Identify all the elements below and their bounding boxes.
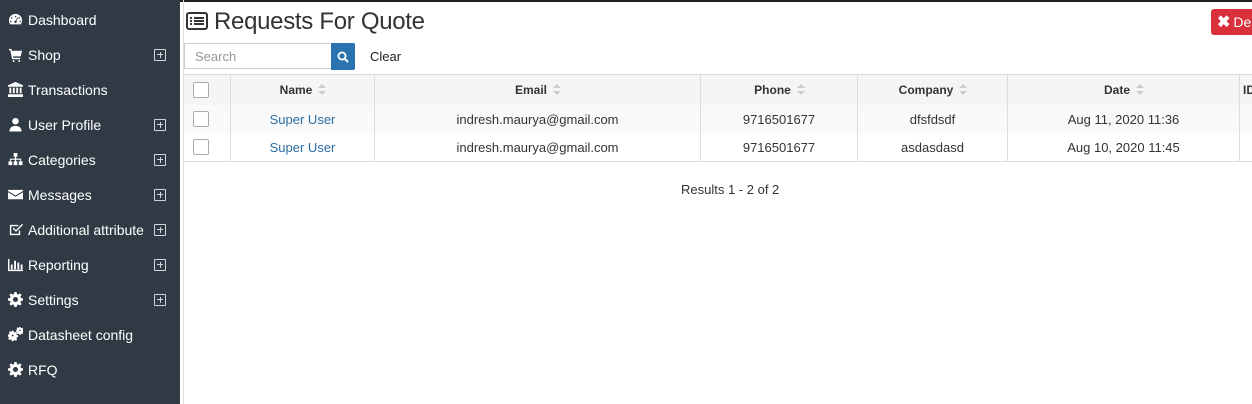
checkbox-icon: [7, 222, 23, 238]
id-cell: [1239, 105, 1252, 133]
clear-button[interactable]: Clear: [370, 49, 401, 64]
row-select[interactable]: [184, 105, 230, 133]
sort-icon: [796, 84, 805, 96]
sidebar-item-dashboard[interactable]: Dashboard: [0, 2, 180, 37]
column-header-company[interactable]: Company: [857, 75, 1007, 105]
company-cell: asdasdasd: [857, 133, 1007, 161]
sort-icon: [1136, 84, 1144, 96]
sidebar-item-user-profile[interactable]: User Profile: [0, 107, 180, 142]
sidebar-item-label: User Profile: [28, 116, 102, 133]
column-label: Date: [1103, 83, 1130, 97]
name-link[interactable]: Super User: [270, 112, 336, 127]
name-link[interactable]: Super User: [270, 140, 336, 155]
expand-icon[interactable]: [154, 258, 166, 271]
sort-icon: [318, 84, 327, 96]
sidebar-item-label: Settings: [28, 291, 79, 308]
sidebar: Dashboard Shop Transactions User Profile…: [0, 0, 180, 404]
sort-icon: [553, 84, 561, 96]
main-content: Requests For Quote ✖ Del Clear Name Emai…: [183, 0, 1252, 404]
expand-icon[interactable]: [154, 188, 166, 201]
sidebar-item-reporting[interactable]: Reporting: [0, 247, 180, 282]
column-header-date[interactable]: Date: [1007, 75, 1239, 105]
expand-icon[interactable]: [154, 118, 166, 131]
search-input[interactable]: [184, 43, 330, 69]
name-cell: Super User: [230, 105, 374, 133]
table-header: Name Email Phone Company Date ID: [184, 74, 1252, 106]
results-count: Results 1 - 2 of 2: [681, 182, 780, 197]
expand-icon[interactable]: [154, 48, 166, 61]
email-cell: indresh.maurya@gmail.com: [374, 133, 700, 161]
delete-button[interactable]: ✖ Del: [1211, 9, 1252, 35]
close-icon: ✖: [1217, 14, 1231, 31]
cart-icon: [7, 47, 23, 63]
sidebar-item-label: RFQ: [28, 361, 58, 378]
column-header-name[interactable]: Name: [230, 75, 374, 105]
sidebar-item-rfq[interactable]: RFQ: [0, 352, 180, 387]
dashboard-icon: [7, 12, 23, 28]
column-label: Email: [514, 83, 547, 97]
phone-cell: 9716501677: [700, 105, 857, 133]
column-header-phone[interactable]: Phone: [700, 75, 857, 105]
column-header-id[interactable]: ID: [1239, 75, 1252, 105]
select-all-checkbox[interactable]: [193, 82, 209, 98]
date-cell: Aug 11, 2020 11:36: [1007, 105, 1239, 133]
sidebar-item-additional-attribute[interactable]: Additional attribute: [0, 212, 180, 247]
list-icon: [186, 12, 208, 30]
row-checkbox[interactable]: [193, 111, 209, 127]
expand-icon[interactable]: [154, 153, 166, 166]
header-select-all[interactable]: [184, 75, 230, 105]
column-label: Name: [279, 83, 313, 97]
sidebar-item-settings[interactable]: Settings: [0, 282, 180, 317]
sidebar-item-datasheet-config[interactable]: Datasheet config: [0, 317, 180, 352]
expand-icon[interactable]: [154, 293, 166, 306]
search-button[interactable]: [331, 43, 355, 70]
gear-icon: [7, 292, 23, 308]
delete-button-label: Del: [1233, 14, 1252, 30]
sidebar-item-label: Dashboard: [28, 11, 97, 28]
row-checkbox[interactable]: [193, 139, 209, 155]
bar-chart-icon: [7, 257, 23, 273]
sidebar-item-label: Additional attribute: [28, 221, 144, 238]
sidebar-item-label: Shop: [28, 46, 61, 63]
column-header-email[interactable]: Email: [374, 75, 700, 105]
sidebar-item-shop[interactable]: Shop: [0, 37, 180, 72]
sort-icon: [959, 84, 968, 96]
sidebar-item-label: Categories: [28, 151, 96, 168]
table-row: Super User indresh.maurya@gmail.com 9716…: [184, 133, 1252, 162]
sidebar-item-messages[interactable]: Messages: [0, 177, 180, 212]
gear-icon: [7, 362, 23, 378]
column-label: ID: [1243, 83, 1252, 97]
gears-icon: [7, 327, 23, 343]
sidebar-item-transactions[interactable]: Transactions: [0, 72, 180, 107]
id-cell: [1239, 133, 1252, 161]
company-cell: dfsfdsdf: [857, 105, 1007, 133]
user-icon: [7, 117, 23, 133]
sitemap-icon: [7, 152, 23, 168]
expand-icon[interactable]: [154, 223, 166, 236]
search-icon: [337, 51, 349, 63]
table-row: Super User indresh.maurya@gmail.com 9716…: [184, 105, 1252, 134]
sidebar-item-label: Transactions: [28, 81, 108, 98]
envelope-icon: [7, 187, 23, 203]
bank-icon: [7, 82, 23, 98]
column-label: Company: [898, 83, 954, 97]
name-cell: Super User: [230, 133, 374, 161]
email-cell: indresh.maurya@gmail.com: [374, 105, 700, 133]
phone-cell: 9716501677: [700, 133, 857, 161]
page-title: Requests For Quote: [214, 8, 425, 35]
sidebar-item-label: Reporting: [28, 256, 89, 273]
sidebar-item-categories[interactable]: Categories: [0, 142, 180, 177]
row-select[interactable]: [184, 133, 230, 161]
date-cell: Aug 10, 2020 11:45: [1007, 133, 1239, 161]
sidebar-item-label: Messages: [28, 186, 92, 203]
column-label: Phone: [754, 83, 791, 97]
sidebar-item-label: Datasheet config: [28, 326, 134, 343]
